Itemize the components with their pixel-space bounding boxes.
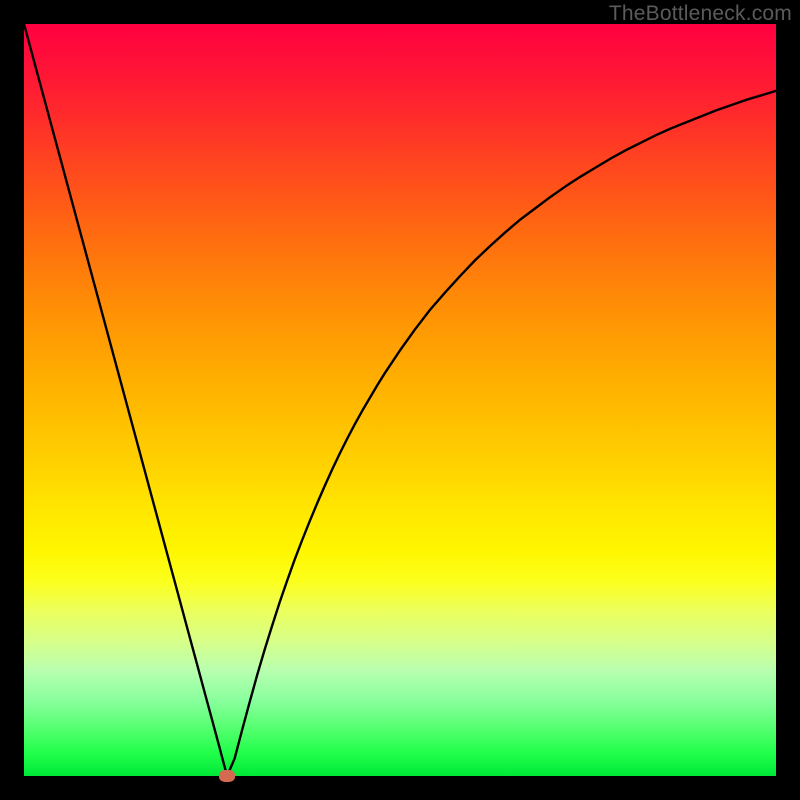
bottleneck-curve <box>24 24 776 776</box>
curve-svg <box>24 24 776 776</box>
chart-stage: TheBottleneck.com <box>0 0 800 800</box>
vertex-marker <box>219 770 235 782</box>
plot-area <box>24 24 776 776</box>
watermark-text: TheBottleneck.com <box>609 2 792 26</box>
